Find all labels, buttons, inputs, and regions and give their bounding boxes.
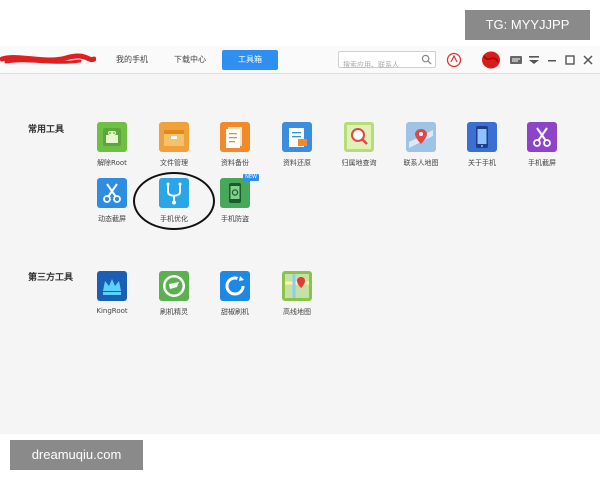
menu-icon[interactable]: [525, 51, 543, 69]
title-bar: 我的手机 下载中心 工具箱: [0, 46, 600, 74]
tool-label: 手机截屏: [528, 159, 556, 167]
phone-icon: [467, 122, 497, 152]
tool-label: 手机防盗: [221, 215, 249, 223]
search-box: [338, 51, 436, 73]
android-icon: [97, 122, 127, 152]
app-window: 我的手机 下载中心 工具箱 搜索应用、联系人 常用工具 解除Root 文件管理 …: [0, 46, 600, 434]
tool-location-lookup[interactable]: 归属地查询: [327, 122, 391, 174]
feedback-icon[interactable]: [507, 51, 525, 69]
map-icon: [282, 271, 312, 301]
new-badge: NEW: [243, 174, 259, 181]
tool-label: 高线地图: [283, 308, 311, 316]
close-icon[interactable]: [579, 51, 597, 69]
tab-download-center[interactable]: 下载中心: [164, 50, 216, 70]
scissors-icon: [527, 122, 557, 152]
tool-kingroot[interactable]: KingRoot: [80, 271, 144, 323]
tool-offline-map[interactable]: 高线地图: [265, 271, 329, 323]
map-pin-icon: [406, 122, 436, 152]
stethoscope-icon: [159, 178, 189, 208]
minimize-icon[interactable]: [543, 51, 561, 69]
search-location-icon: [344, 122, 374, 152]
anti-theft-icon: NEW: [220, 174, 259, 208]
search-icon[interactable]: [421, 54, 432, 65]
watermark-top: TG: MYYJJPP: [465, 10, 590, 40]
tool-screenshot[interactable]: 手机截屏: [510, 122, 574, 174]
shield-icon: [159, 271, 189, 301]
tab-my-phone[interactable]: 我的手机: [106, 50, 158, 70]
message-icon[interactable]: [445, 51, 463, 69]
tool-sweet-pepper-flash[interactable]: 甜椒刷机: [203, 271, 267, 323]
restore-icon: [282, 122, 312, 152]
section-title-common: 常用工具: [28, 125, 65, 135]
section-title-third-party: 第三方工具: [28, 273, 74, 283]
crown-icon: [97, 271, 127, 301]
document-icon: [220, 122, 250, 152]
scissors-icon: [97, 178, 127, 208]
folder-icon: [159, 122, 189, 152]
tool-animated-screenshot[interactable]: 动态截屏: [80, 178, 144, 230]
user-avatar-redacted[interactable]: [480, 50, 502, 70]
refresh-icon: [220, 271, 250, 301]
tool-unroot[interactable]: 解除Root: [80, 122, 144, 174]
watermark-bottom: dreamuqiu.com: [10, 440, 143, 470]
maximize-icon[interactable]: [561, 51, 579, 69]
tab-toolbox[interactable]: 工具箱: [222, 50, 278, 70]
tool-restore[interactable]: 资料还原: [265, 122, 329, 174]
tool-anti-theft[interactable]: NEW 手机防盗: [203, 174, 267, 230]
tool-backup[interactable]: 资料备份: [203, 122, 267, 174]
main-nav: 我的手机 下载中心 工具箱: [106, 50, 282, 70]
search-input[interactable]: [339, 57, 417, 73]
redaction-scribble: [0, 53, 96, 64]
